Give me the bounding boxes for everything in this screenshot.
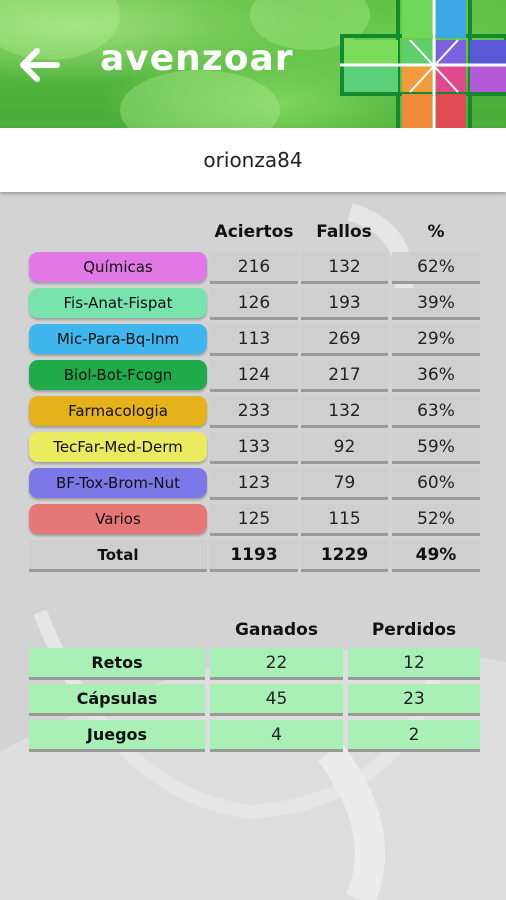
category-label: TecFar-Med-Derm bbox=[29, 432, 207, 462]
game-type-label: Cápsulas bbox=[29, 684, 205, 716]
category-label: Fis-Anat-Fispat bbox=[29, 288, 207, 318]
category-label: Biol-Bot-Fcogn bbox=[29, 360, 207, 390]
stat-cell-pct: 63% bbox=[392, 396, 480, 428]
stat-cell-pct: 39% bbox=[392, 288, 480, 320]
stat-cell-aciertos: 123 bbox=[210, 468, 298, 500]
category-label: BF-Tox-Brom-Nut bbox=[29, 468, 207, 498]
stat-cell-fallos: 193 bbox=[301, 288, 388, 320]
game-cell-perdidos: 23 bbox=[348, 684, 480, 716]
stat-cell-aciertos: 133 bbox=[210, 432, 298, 464]
back-arrow-icon[interactable] bbox=[20, 48, 60, 82]
stat-cell-fallos: 269 bbox=[301, 324, 388, 356]
column-header-percent: % bbox=[427, 222, 445, 242]
username: orionza84 bbox=[203, 148, 303, 172]
username-bar: orionza84 bbox=[0, 128, 506, 192]
total-aciertos: 1193 bbox=[210, 540, 298, 572]
stat-cell-pct: 29% bbox=[392, 324, 480, 356]
stat-cell-fallos: 217 bbox=[301, 360, 388, 392]
stat-cell-fallos: 115 bbox=[301, 504, 388, 536]
stat-cell-fallos: 79 bbox=[301, 468, 388, 500]
total-percent: 49% bbox=[392, 540, 480, 572]
game-type-label: Juegos bbox=[29, 720, 205, 752]
app-title: avenzoar bbox=[100, 38, 294, 79]
column-header-fallos: Fallos bbox=[316, 222, 372, 242]
column-header-ganados: Ganados bbox=[235, 620, 318, 640]
stat-cell-pct: 52% bbox=[392, 504, 480, 536]
stat-cell-fallos: 132 bbox=[301, 252, 388, 284]
stat-cell-aciertos: 126 bbox=[210, 288, 298, 320]
stat-cell-aciertos: 216 bbox=[210, 252, 298, 284]
stat-cell-pct: 60% bbox=[392, 468, 480, 500]
stat-cell-pct: 36% bbox=[392, 360, 480, 392]
stat-cell-aciertos: 113 bbox=[210, 324, 298, 356]
game-cell-perdidos: 2 bbox=[348, 720, 480, 752]
game-cell-perdidos: 12 bbox=[348, 648, 480, 680]
category-label: Químicas bbox=[29, 252, 207, 282]
stat-cell-aciertos: 125 bbox=[210, 504, 298, 536]
game-cell-ganados: 4 bbox=[210, 720, 343, 752]
stat-cell-aciertos: 233 bbox=[210, 396, 298, 428]
category-label: Varios bbox=[29, 504, 207, 534]
column-header-perdidos: Perdidos bbox=[371, 620, 457, 640]
game-type-label: Retos bbox=[29, 648, 205, 680]
total-fallos: 1229 bbox=[301, 540, 388, 572]
app-header: avenzoar bbox=[0, 0, 506, 128]
game-cell-ganados: 22 bbox=[210, 648, 343, 680]
game-cell-ganados: 45 bbox=[210, 684, 343, 716]
column-header-aciertos: Aciertos bbox=[214, 222, 294, 242]
category-label: Mic-Para-Bq-Inm bbox=[29, 324, 207, 354]
stat-cell-fallos: 92 bbox=[301, 432, 388, 464]
stat-cell-aciertos: 124 bbox=[210, 360, 298, 392]
stat-cell-pct: 62% bbox=[392, 252, 480, 284]
stat-cell-fallos: 132 bbox=[301, 396, 388, 428]
category-label: Farmacologia bbox=[29, 396, 207, 426]
avenzoar-cross-logo bbox=[340, 0, 506, 128]
stat-cell-pct: 59% bbox=[392, 432, 480, 464]
total-label: Total bbox=[29, 540, 207, 572]
